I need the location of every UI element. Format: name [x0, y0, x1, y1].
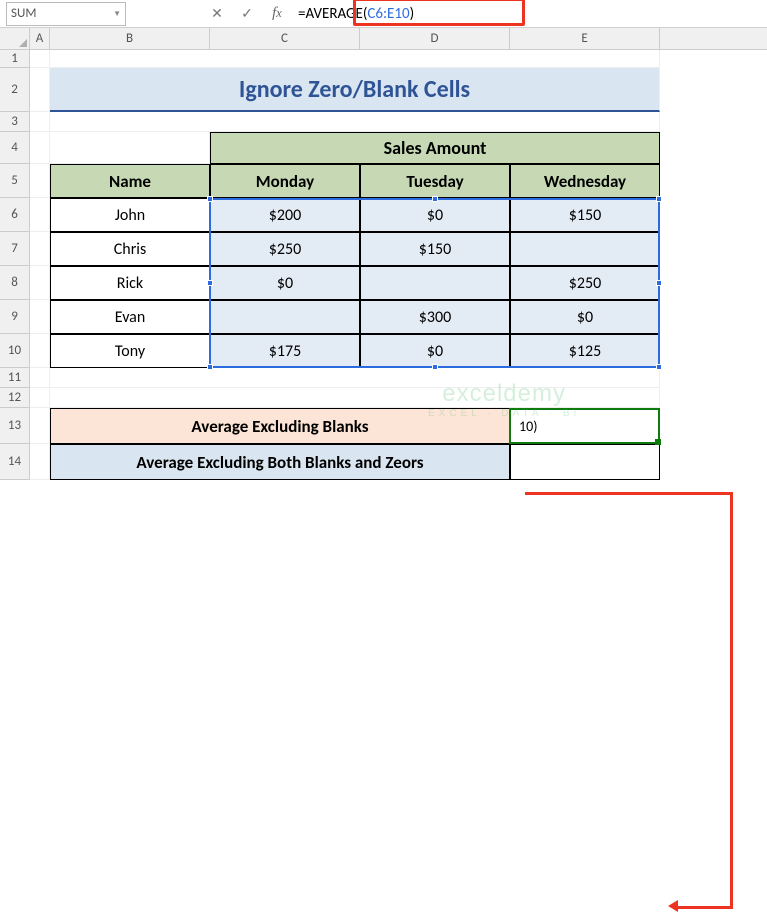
cell[interactable] — [50, 112, 660, 132]
cell[interactable] — [50, 368, 660, 388]
cell-name[interactable]: Evan — [50, 300, 210, 334]
cell[interactable]: $0 — [360, 198, 510, 232]
cell[interactable] — [30, 50, 50, 68]
select-all-corner[interactable] — [0, 28, 30, 49]
fx-icon[interactable]: fx — [262, 2, 292, 26]
cell[interactable]: $0 — [510, 300, 660, 334]
name-box-value: SUM — [11, 6, 36, 21]
name-box[interactable]: SUM ▼ — [6, 2, 126, 26]
confirm-formula-icon[interactable]: ✓ — [232, 2, 262, 26]
cell[interactable] — [30, 444, 50, 480]
cell-name[interactable]: Chris — [50, 232, 210, 266]
cell[interactable]: $250 — [510, 266, 660, 300]
cell[interactable] — [30, 408, 50, 444]
row-header[interactable]: 14 — [0, 444, 30, 480]
cancel-formula-icon[interactable]: ✕ — [202, 2, 232, 26]
cell-name[interactable]: John — [50, 198, 210, 232]
avg-both-value[interactable] — [510, 444, 660, 480]
cell[interactable] — [360, 266, 510, 300]
row-header[interactable]: 5 — [0, 164, 30, 198]
cell[interactable] — [30, 232, 50, 266]
col-header-C[interactable]: C — [210, 28, 360, 49]
cell[interactable] — [30, 198, 50, 232]
row-header[interactable]: 13 — [0, 408, 30, 444]
cell[interactable] — [30, 300, 50, 334]
cell[interactable] — [30, 334, 50, 368]
header-tuesday[interactable]: Tuesday — [360, 164, 510, 198]
cell-name[interactable]: Rick — [50, 266, 210, 300]
cell[interactable] — [50, 388, 660, 408]
cell[interactable] — [30, 68, 50, 112]
row-header[interactable]: 6 — [0, 198, 30, 232]
col-header-D[interactable]: D — [360, 28, 510, 49]
cell[interactable]: $250 — [210, 232, 360, 266]
cell[interactable]: $200 — [210, 198, 360, 232]
row-header[interactable]: 1 — [0, 50, 30, 68]
cell[interactable] — [510, 232, 660, 266]
row-header[interactable]: 11 — [0, 368, 30, 388]
cell[interactable]: $150 — [360, 232, 510, 266]
row-header[interactable]: 4 — [0, 132, 30, 164]
cell-name[interactable]: Tony — [50, 334, 210, 368]
cell[interactable]: $125 — [510, 334, 660, 368]
cell[interactable] — [30, 368, 50, 388]
header-monday[interactable]: Monday — [210, 164, 360, 198]
cell[interactable]: $150 — [510, 198, 660, 232]
header-sales-amount[interactable]: Sales Amount — [210, 132, 660, 164]
row-header[interactable]: 12 — [0, 388, 30, 408]
col-header-E[interactable]: E — [510, 28, 660, 49]
col-header-A[interactable]: A — [30, 28, 50, 49]
cell[interactable] — [30, 164, 50, 198]
cell[interactable] — [30, 388, 50, 408]
avg-blanks-value[interactable]: 10) — [510, 408, 660, 444]
page-title[interactable]: Ignore Zero/Blank Cells — [50, 68, 660, 112]
cell[interactable] — [30, 266, 50, 300]
row-header[interactable]: 10 — [0, 334, 30, 368]
cell[interactable] — [50, 50, 660, 68]
column-headers: A B C D E — [0, 28, 767, 50]
formula-input[interactable]: =AVERAGE(C6:E10) — [292, 2, 767, 26]
col-header-B[interactable]: B — [50, 28, 210, 49]
cell[interactable]: $0 — [360, 334, 510, 368]
cell[interactable]: $175 — [210, 334, 360, 368]
header-name[interactable]: Name — [50, 164, 210, 198]
cell[interactable] — [50, 132, 210, 164]
row-header[interactable]: 7 — [0, 232, 30, 266]
cell[interactable]: $0 — [210, 266, 360, 300]
row-header[interactable]: 8 — [0, 266, 30, 300]
row-header[interactable]: 9 — [0, 300, 30, 334]
grid: 1 2 Ignore Zero/Blank Cells 3 4 Sales Amou… — [0, 50, 767, 480]
avg-blanks-label[interactable]: Average Excluding Blanks — [50, 408, 510, 444]
header-wednesday[interactable]: Wednesday — [510, 164, 660, 198]
row-header[interactable]: 3 — [0, 112, 30, 132]
cell[interactable] — [30, 132, 50, 164]
chevron-down-icon[interactable]: ▼ — [113, 9, 121, 19]
row-header[interactable]: 2 — [0, 68, 30, 112]
cell[interactable] — [30, 112, 50, 132]
formula-bar: SUM ▼ ✕ ✓ fx =AVERAGE(C6:E10) — [0, 0, 767, 28]
cell[interactable] — [210, 300, 360, 334]
cell[interactable]: $300 — [360, 300, 510, 334]
avg-both-label[interactable]: Average Excluding Both Blanks and Zeors — [50, 444, 510, 480]
